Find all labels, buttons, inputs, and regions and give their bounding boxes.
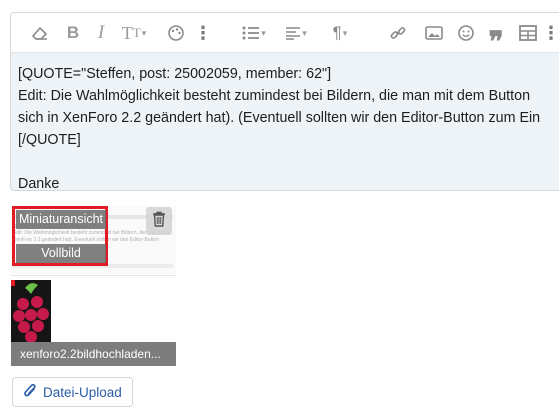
paragraph-icon[interactable]: ¶ ▾ [323, 21, 357, 45]
smilie-icon[interactable] [455, 21, 477, 45]
divider [11, 275, 176, 276]
editor-content[interactable]: [QUOTE="Steffen, post: 25002059, member:… [18, 63, 541, 191]
more-icon[interactable]: ⋮ [194, 21, 212, 45]
file-upload-label: Datei-Upload [43, 384, 122, 400]
attachment-filename: xenforo2.2bildhochladen... [11, 342, 176, 366]
bold-icon[interactable]: B [63, 21, 83, 45]
palette-icon[interactable] [165, 21, 187, 45]
content-line: [QUOTE="Steffen, post: 25002059, member:… [18, 66, 332, 82]
eraser-icon[interactable] [29, 21, 51, 45]
italic-icon[interactable]: I [91, 21, 111, 45]
more-icon[interactable]: ⋮ [542, 21, 559, 45]
delete-attachment-button[interactable] [146, 207, 172, 235]
attachment-item[interactable]: xenforo2.2bildhochladen... [11, 280, 176, 366]
content-line: [/QUOTE] [18, 132, 81, 148]
link-icon[interactable] [387, 21, 409, 45]
image-icon[interactable] [423, 21, 445, 45]
editor-toolbar: B I T T ▾ ⋮ ▾ ▾ ¶ ▾ ❞ ⋮ [11, 13, 559, 57]
align-icon[interactable]: ▾ [279, 21, 313, 45]
insert-thumbnail-button[interactable]: Miniaturansicht [16, 210, 106, 229]
text-size-icon[interactable]: T T ▾ [117, 21, 151, 45]
content-line: Danke [18, 176, 60, 191]
quote-icon[interactable]: ❞ [485, 21, 507, 57]
list-icon[interactable]: ▾ [237, 21, 271, 45]
content-line: sich in XenForo 2.2 geändert hat). (Even… [18, 110, 541, 126]
content-line: Edit: Die Wahlmöglichkeit besteht zumind… [18, 88, 531, 104]
content-line [18, 151, 540, 173]
table-icon[interactable] [517, 21, 539, 45]
rich-text-editor[interactable]: B I T T ▾ ⋮ ▾ ▾ ¶ ▾ ❞ ⋮ [QUOTE="Steffen,… [10, 12, 559, 191]
trash-icon [152, 211, 166, 232]
raspberry-image [11, 280, 51, 346]
file-upload-button[interactable]: Datei-Upload [12, 377, 133, 407]
insert-full-image-button[interactable]: Vollbild [16, 244, 106, 263]
paperclip-icon [23, 382, 37, 402]
